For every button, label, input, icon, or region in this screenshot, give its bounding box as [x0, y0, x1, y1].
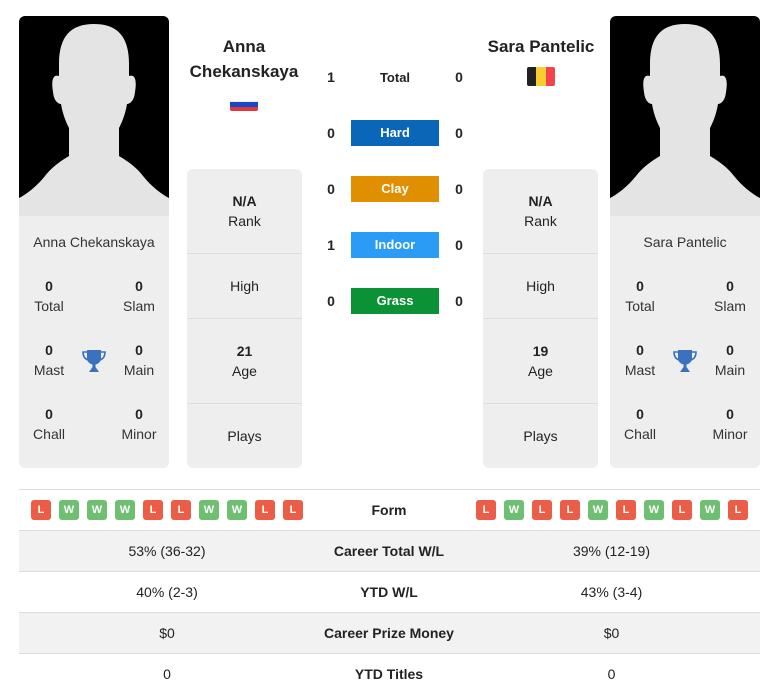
player1-card-name: Anna Chekanskaya	[33, 234, 155, 250]
indoor-surface-badge[interactable]: Indoor	[351, 232, 439, 258]
player1-slam-titles: 0 Slam	[123, 278, 155, 314]
player2-main-titles: 0 Main	[714, 342, 746, 378]
player2-total-titles: 0 Total	[625, 278, 655, 314]
belgium-flag-icon	[527, 67, 555, 86]
table-row: 0 YTD Titles 0	[19, 653, 760, 694]
player1-rank: N/A Rank	[187, 169, 302, 254]
player2-form-badge-loss[interactable]: L	[672, 500, 692, 520]
player2-plays: Plays	[523, 428, 558, 444]
player1-minor-titles: 0 Minor	[121, 406, 157, 442]
player2-chall-titles: 0 Chall	[624, 406, 656, 442]
player1-name-heading[interactable]: Anna Chekanskaya	[180, 34, 308, 84]
player2-form-badge-win[interactable]: W	[588, 500, 608, 520]
clay-surface-badge[interactable]: Clay	[351, 176, 439, 202]
player2-mast-titles: 0 Mast	[624, 342, 656, 378]
player2-form-badge-loss[interactable]: L	[728, 500, 748, 520]
player1-info-box: N/A Rank High 21 Age Plays	[187, 169, 302, 468]
trophy-icon	[673, 350, 697, 372]
player1-form-badge-win[interactable]: W	[227, 500, 247, 520]
player2-photo	[610, 16, 760, 216]
player1-form-badge-loss[interactable]: L	[31, 500, 51, 520]
player1-form-badge-win[interactable]: W	[199, 500, 219, 520]
player2-form-badge-loss[interactable]: L	[476, 500, 496, 520]
player1-plays: Plays	[227, 428, 262, 444]
player1-chall-titles: 0 Chall	[33, 406, 65, 442]
player2-info-box: N/A Rank High 19 Age Plays	[483, 169, 598, 468]
russia-flag-icon	[230, 97, 258, 111]
total-label: Total	[379, 70, 411, 85]
player1-titles-card: Anna Chekanskaya 0 Total 0 Slam 0 Mast 0…	[19, 216, 169, 468]
player2-titles-card: Sara Pantelic 0 Total 0 Slam 0 Mast 0 Ma…	[610, 216, 760, 468]
player1-form-badge-win[interactable]: W	[87, 500, 107, 520]
player2-form: LWLLWLWLWL	[476, 500, 748, 520]
player2-age: 19 Age	[483, 319, 598, 404]
table-row: 40% (2-3) YTD W/L 43% (3-4)	[19, 571, 760, 612]
player1-main-titles: 0 Main	[123, 342, 155, 378]
silhouette-icon	[610, 24, 760, 216]
silhouette-icon	[19, 24, 169, 216]
p2-grass-wins: 0	[455, 293, 463, 309]
player2-form-badge-win[interactable]: W	[700, 500, 720, 520]
p2-total-wins: 0	[455, 69, 463, 85]
player2-rank: N/A Rank	[483, 169, 598, 254]
player1-form-badge-loss[interactable]: L	[143, 500, 163, 520]
table-row: $0 Career Prize Money $0	[19, 612, 760, 653]
p1-clay-wins: 0	[327, 181, 335, 197]
player1-age: 21 Age	[187, 319, 302, 404]
form-row: LWWWLLWWLL Form LWLLWLWLWL	[19, 489, 760, 530]
player1-form: LWWWLLWWLL	[31, 500, 303, 520]
player1-mast-titles: 0 Mast	[33, 342, 65, 378]
player2-form-badge-loss[interactable]: L	[616, 500, 636, 520]
player2-card-name: Sara Pantelic	[643, 234, 727, 250]
p1-hard-wins: 0	[327, 125, 335, 141]
player2-form-badge-win[interactable]: W	[504, 500, 524, 520]
player2-form-badge-win[interactable]: W	[644, 500, 664, 520]
p1-indoor-wins: 1	[327, 237, 335, 253]
player1-form-badge-win[interactable]: W	[115, 500, 135, 520]
player2-minor-titles: 0 Minor	[712, 406, 748, 442]
player1-form-badge-loss[interactable]: L	[171, 500, 191, 520]
player1-form-badge-win[interactable]: W	[59, 500, 79, 520]
p1-total-wins: 1	[327, 69, 335, 85]
p2-hard-wins: 0	[455, 125, 463, 141]
player2-form-badge-loss[interactable]: L	[560, 500, 580, 520]
hard-surface-badge[interactable]: Hard	[351, 120, 439, 146]
p2-indoor-wins: 0	[455, 237, 463, 253]
player2-slam-titles: 0 Slam	[714, 278, 746, 314]
p2-clay-wins: 0	[455, 181, 463, 197]
player2-form-badge-loss[interactable]: L	[532, 500, 552, 520]
player2-name-heading[interactable]: Sara Pantelic	[478, 34, 604, 59]
player1-form-badge-loss[interactable]: L	[283, 500, 303, 520]
player1-total-titles: 0 Total	[34, 278, 64, 314]
trophy-icon	[82, 350, 106, 372]
form-label: Form	[371, 502, 407, 518]
player1-high: High	[187, 254, 302, 319]
player1-photo	[19, 16, 169, 216]
table-row: 53% (36-32) Career Total W/L 39% (12-19)	[19, 530, 760, 571]
grass-surface-badge[interactable]: Grass	[351, 288, 439, 314]
comparison-table: LWWWLLWWLL Form LWLLWLWLWL 53% (36-32) C…	[19, 489, 760, 694]
player1-form-badge-loss[interactable]: L	[255, 500, 275, 520]
p1-grass-wins: 0	[327, 293, 335, 309]
player2-high: High	[483, 254, 598, 319]
